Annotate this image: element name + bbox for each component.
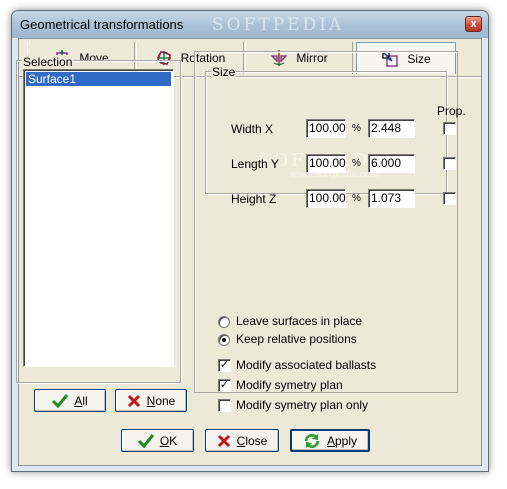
leave-surfaces-label[interactable]: Leave surfaces in place — [236, 314, 362, 328]
all-button-label: ll — [82, 393, 88, 408]
ok-mnemonic: O — [159, 433, 170, 448]
none-button-label: one — [155, 393, 176, 408]
selection-legend: Selection — [22, 55, 74, 69]
apply-button[interactable]: Apply — [290, 429, 370, 452]
width-x-label: Width X — [231, 122, 274, 136]
ok-label: K — [169, 433, 178, 448]
length-y-label: Length Y — [231, 157, 279, 171]
select-all-button[interactable]: All — [34, 389, 106, 412]
apply-mnemonic: A — [326, 433, 335, 448]
width-x-value-input[interactable]: 2.448 — [368, 119, 415, 138]
close-icon: x — [470, 18, 477, 30]
leave-surfaces-radio[interactable] — [218, 316, 230, 328]
close-cross-icon — [217, 434, 230, 447]
height-z-prop-checkbox[interactable] — [443, 192, 456, 205]
ok-check-icon — [137, 433, 154, 448]
list-item-surface1[interactable]: Surface1 — [26, 72, 171, 86]
length-y-percent-input[interactable]: 100.00 — [306, 154, 346, 173]
cross-icon — [127, 394, 140, 407]
length-y-prop-checkbox[interactable] — [443, 157, 456, 170]
check-mark-icon: ✓ — [219, 359, 230, 371]
check-icon — [52, 393, 69, 408]
modify-symetry-label[interactable]: Modify symetry plan — [236, 378, 343, 392]
window-title: Geometrical transformations — [20, 17, 184, 32]
selection-listbox[interactable]: Surface1 — [23, 69, 174, 367]
width-x-percent-input[interactable]: 100.00 — [306, 119, 346, 138]
select-none-button[interactable]: None — [115, 389, 187, 412]
keep-relative-radio[interactable] — [218, 334, 230, 346]
height-z-label: Height Z — [231, 192, 277, 206]
prop-header: Prop. — [437, 104, 466, 118]
close-button[interactable]: Close — [205, 429, 279, 452]
refresh-icon — [304, 433, 320, 448]
modify-symetry-only-checkbox[interactable] — [218, 399, 231, 412]
modify-symetry-only-label[interactable]: Modify symetry plan only — [236, 398, 368, 412]
ok-button[interactable]: OK — [121, 429, 194, 452]
width-x-percent-sign: % — [352, 123, 361, 134]
length-y-value-input[interactable]: 6.000 — [368, 154, 415, 173]
height-z-percent-sign: % — [352, 193, 361, 204]
width-x-prop-checkbox[interactable] — [443, 122, 456, 135]
watermark-title: SOFTPEDIA — [212, 15, 345, 35]
size-legend: Size — [211, 65, 237, 79]
none-button-mnemonic: N — [146, 393, 156, 408]
keep-relative-label[interactable]: Keep relative positions — [236, 332, 357, 346]
height-z-value-input[interactable]: 1.073 — [368, 189, 415, 208]
title-bar[interactable]: Geometrical transformations SOFTPEDIA x — [12, 11, 488, 38]
modify-ballasts-label[interactable]: Modify associated ballasts — [236, 358, 376, 372]
length-y-percent-sign: % — [352, 158, 361, 169]
close-window-button[interactable]: x — [465, 16, 482, 32]
check-mark-icon: ✓ — [219, 379, 230, 391]
height-z-percent-input[interactable]: 100.00 — [306, 189, 346, 208]
close-label: lose — [245, 433, 268, 448]
apply-label: pply — [335, 433, 358, 448]
modify-symetry-checkbox[interactable]: ✓ — [218, 379, 231, 392]
modify-ballasts-checkbox[interactable]: ✓ — [218, 359, 231, 372]
